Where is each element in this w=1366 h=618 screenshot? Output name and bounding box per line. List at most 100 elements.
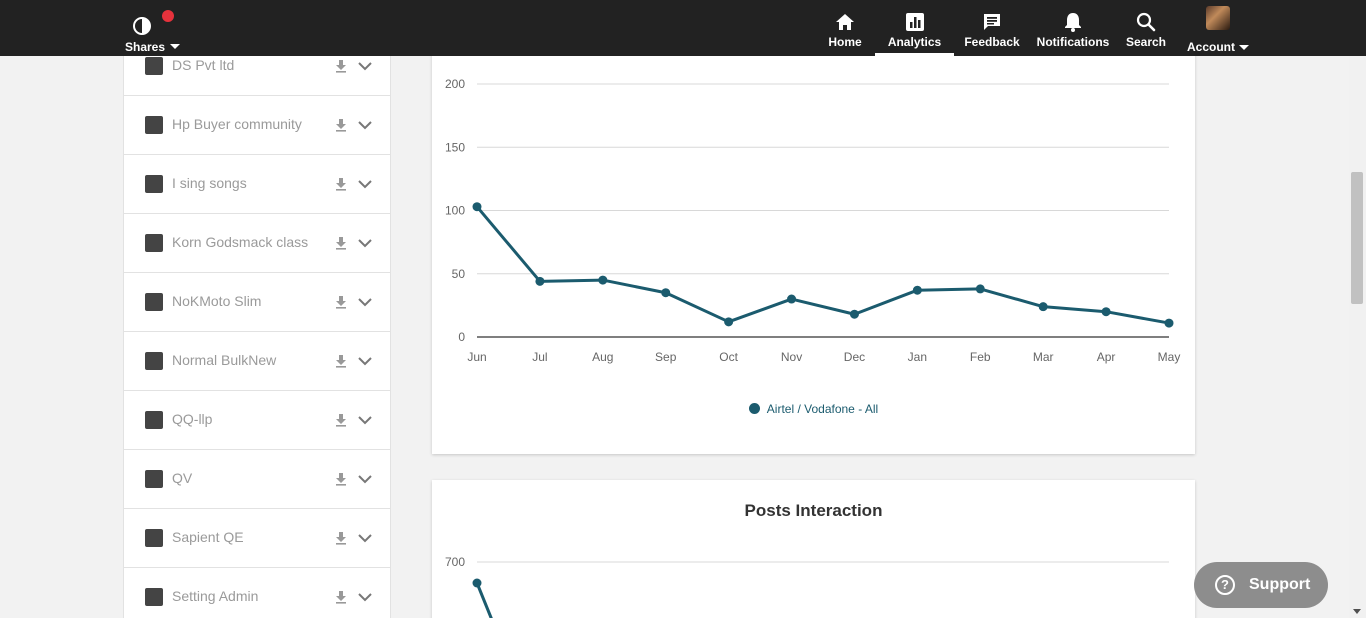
scroll-down-arrow-icon[interactable] <box>1353 609 1361 614</box>
checkbox[interactable] <box>145 234 163 252</box>
chevron-down-icon[interactable] <box>358 178 372 190</box>
checkbox[interactable] <box>145 470 163 488</box>
list-item[interactable]: Normal BulkNew <box>124 332 390 391</box>
checkbox[interactable] <box>145 588 163 606</box>
x-tick-label: Aug <box>592 350 613 364</box>
posts-interaction-card: Posts Interaction 700 <box>432 480 1195 618</box>
x-tick-label: Jun <box>467 350 486 364</box>
list-item[interactable]: Sapient QE <box>124 509 390 568</box>
download-icon[interactable] <box>335 118 347 132</box>
list-item[interactable]: Korn Godsmack class <box>124 214 390 273</box>
y-tick-label: 150 <box>445 140 465 154</box>
download-icon[interactable] <box>335 472 347 486</box>
chevron-down-icon[interactable] <box>358 237 372 249</box>
data-point <box>1038 302 1048 312</box>
scrollbar-thumb[interactable] <box>1351 172 1363 304</box>
list-item-label: QQ-llp <box>172 411 213 427</box>
analytics-icon <box>905 13 924 31</box>
chevron-down-icon[interactable] <box>358 414 372 426</box>
x-tick-label: Feb <box>970 350 991 364</box>
brand-label: Shares <box>125 40 181 54</box>
chart-card: 0 50 100 150 200 Jun Jul Aug Sep Oct Nov Dec Jan Feb M… <box>432 30 1195 454</box>
chevron-down-icon[interactable] <box>358 591 372 603</box>
list-item-label: Korn Godsmack class <box>172 234 309 250</box>
avatar <box>1206 6 1230 30</box>
y-tick-label: 100 <box>445 204 465 218</box>
nav-analytics-label: Analytics <box>887 35 942 49</box>
nav-account-label: Account <box>1186 40 1250 54</box>
line-chart: 0 50 100 150 200 Jun Jul Aug Sep Oct Nov Dec Jan Feb M… <box>445 77 1181 364</box>
y-tick-label: 0 <box>458 330 465 344</box>
data-point <box>661 288 671 298</box>
checkbox[interactable] <box>145 293 163 311</box>
posts-interaction-chart: 700 <box>445 555 1169 618</box>
data-point <box>472 578 482 588</box>
data-point <box>724 317 734 327</box>
nav-feedback[interactable]: Feedback <box>962 0 1022 56</box>
list-item[interactable]: I sing songs <box>124 155 390 214</box>
list-item[interactable]: Setting Admin <box>124 568 390 618</box>
data-point <box>849 309 859 319</box>
nav-home-label: Home <box>828 35 862 49</box>
chevron-down-icon[interactable] <box>358 532 372 544</box>
download-icon[interactable] <box>335 295 347 309</box>
list-item[interactable]: QV <box>124 450 390 509</box>
checkbox[interactable] <box>145 411 163 429</box>
list-item-label: Normal BulkNew <box>172 352 277 368</box>
list-item[interactable]: QQ-llp <box>124 391 390 450</box>
list-item[interactable]: NoKMoto Slim <box>124 273 390 332</box>
data-point <box>975 284 985 294</box>
download-icon[interactable] <box>335 354 347 368</box>
checkbox[interactable] <box>145 175 163 193</box>
list-item-label: DS Pvt ltd <box>172 57 235 73</box>
checkbox[interactable] <box>145 116 163 134</box>
nav-account[interactable]: Account <box>1186 0 1250 56</box>
chevron-down-icon[interactable] <box>358 296 372 308</box>
list-item-label: Hp Buyer community <box>172 116 302 132</box>
chevron-down-icon[interactable] <box>358 473 372 485</box>
y-tick-label: 200 <box>445 77 465 91</box>
brand-menu[interactable]: Shares <box>124 10 184 54</box>
top-nav-bar: Shares Home Analytics Feedback Notificat… <box>0 0 1366 56</box>
checkbox[interactable] <box>145 57 163 75</box>
download-icon[interactable] <box>335 177 347 191</box>
data-point <box>598 275 608 285</box>
nav-search[interactable]: Search <box>1122 0 1170 56</box>
list-item-label: I sing songs <box>172 175 247 191</box>
y-tick-label: 700 <box>445 555 465 569</box>
legend-marker <box>748 403 760 414</box>
download-icon[interactable] <box>335 531 347 545</box>
nav-feedback-label: Feedback <box>964 35 1020 49</box>
x-tick-label: May <box>1158 350 1181 364</box>
chevron-down-icon[interactable] <box>358 119 372 131</box>
bell-icon <box>1065 13 1081 32</box>
notification-dot <box>162 10 174 22</box>
chevron-down-icon[interactable] <box>358 60 372 72</box>
nav-notifications[interactable]: Notifications <box>1036 0 1110 56</box>
chevron-down-icon[interactable] <box>358 355 372 367</box>
download-icon[interactable] <box>335 590 347 604</box>
home-icon <box>836 14 854 30</box>
support-button[interactable]: ? Support <box>1194 562 1328 608</box>
chart-legend[interactable]: Airtel / Vodafone - All <box>432 402 1195 416</box>
download-icon[interactable] <box>335 413 347 427</box>
list-item-label: Sapient QE <box>172 529 244 545</box>
x-tick-label: Sep <box>655 350 677 364</box>
data-point <box>787 294 797 304</box>
checkbox[interactable] <box>145 352 163 370</box>
y-tick-label: 50 <box>452 267 466 281</box>
brand-logo-icon <box>133 17 151 35</box>
nav-home[interactable]: Home <box>820 0 870 56</box>
data-point <box>472 202 482 212</box>
search-icon <box>1136 12 1156 32</box>
support-label: Support <box>1249 576 1311 593</box>
list-item[interactable]: Hp Buyer community <box>124 96 390 155</box>
checkbox[interactable] <box>145 529 163 547</box>
caret-down-icon <box>170 44 181 49</box>
download-icon[interactable] <box>335 236 347 250</box>
nav-analytics[interactable]: Analytics <box>875 0 954 56</box>
page-scrollbar[interactable] <box>1349 56 1366 618</box>
data-point <box>1101 307 1111 317</box>
nav-notifications-label: Notifications <box>1036 35 1110 49</box>
download-icon[interactable] <box>335 59 347 73</box>
